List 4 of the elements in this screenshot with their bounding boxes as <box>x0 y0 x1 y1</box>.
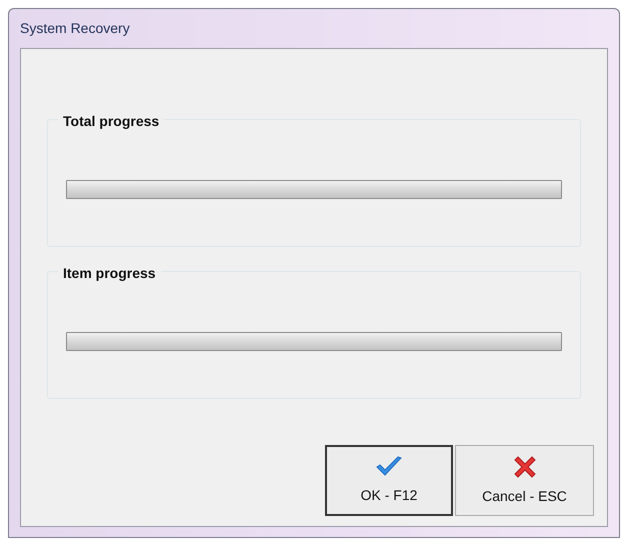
cancel-button[interactable]: Cancel - ESC <box>455 445 594 516</box>
ok-button[interactable]: OK - F12 <box>325 445 453 516</box>
window-title: System Recovery <box>20 19 130 38</box>
cross-icon <box>512 454 538 480</box>
